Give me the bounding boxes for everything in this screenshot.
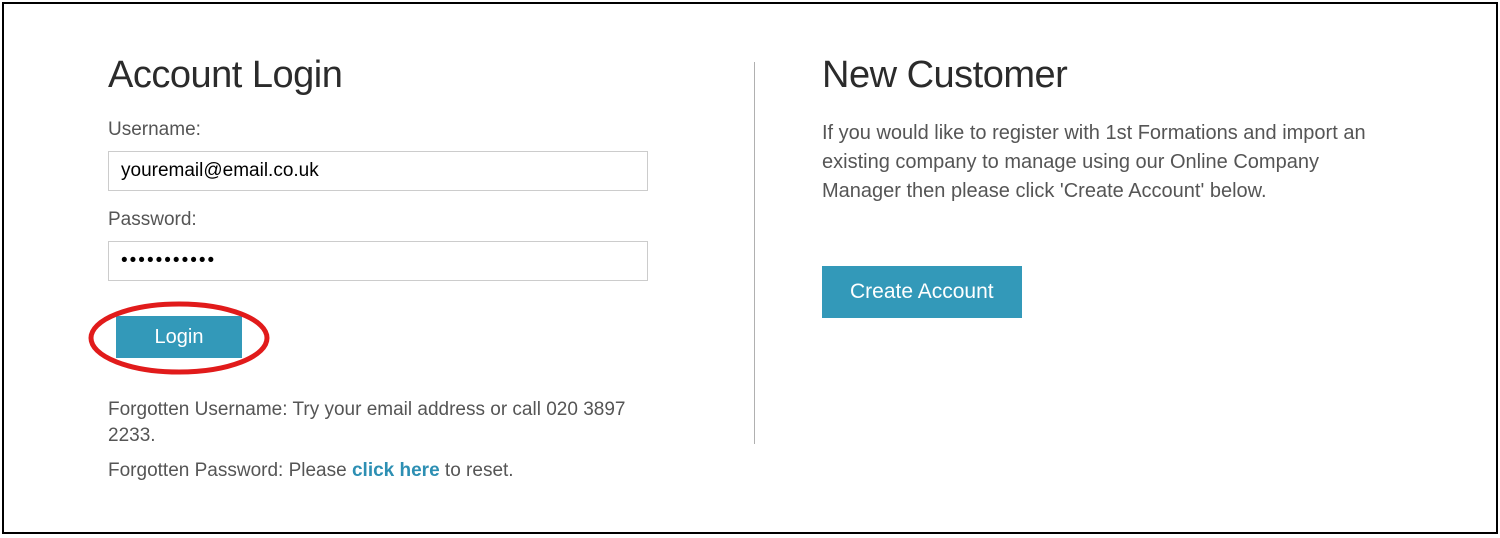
new-customer-heading: New Customer bbox=[822, 54, 1454, 97]
username-label: Username: bbox=[108, 119, 754, 141]
login-heading: Account Login bbox=[108, 54, 754, 97]
forgotten-password-link[interactable]: click here bbox=[352, 460, 440, 481]
login-button[interactable]: Login bbox=[116, 316, 242, 358]
username-input[interactable] bbox=[108, 151, 648, 191]
login-button-wrap: Login bbox=[86, 299, 286, 379]
forgotten-password-prefix: Forgotten Password: Please bbox=[108, 460, 352, 481]
new-customer-section: New Customer If you would like to regist… bbox=[754, 4, 1454, 532]
forgotten-password-text: Forgotten Password: Please click here to… bbox=[108, 458, 638, 484]
create-account-button[interactable]: Create Account bbox=[822, 266, 1022, 318]
password-label: Password: bbox=[108, 209, 754, 231]
password-input[interactable] bbox=[108, 241, 648, 281]
forgotten-username-text: Forgotten Username: Try your email addre… bbox=[108, 397, 638, 448]
page-frame: Account Login Username: Password: Login … bbox=[2, 2, 1498, 534]
login-section: Account Login Username: Password: Login … bbox=[4, 4, 754, 532]
new-customer-description: If you would like to register with 1st F… bbox=[822, 119, 1402, 206]
forgotten-password-suffix: to reset. bbox=[440, 460, 514, 481]
